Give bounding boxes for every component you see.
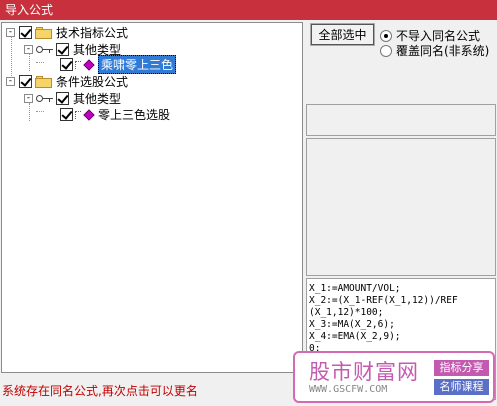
formula-gem-icon: [83, 108, 95, 121]
watermark-brand: 股市财富网: [309, 360, 419, 384]
select-all-button[interactable]: 全部选中: [310, 23, 375, 46]
tree-node-stock-selection[interactable]: - 条件选股公式: [6, 73, 128, 90]
info-panel-middle: [306, 138, 496, 276]
collapse-toggle[interactable]: -: [6, 28, 15, 37]
node-checkbox[interactable]: [19, 26, 32, 39]
radio-dot-icon[interactable]: [380, 29, 392, 42]
tree-node-label: 零上三色选股: [98, 108, 171, 122]
node-checkbox[interactable]: [60, 58, 73, 71]
folder-icon: [35, 75, 52, 88]
watermark-logo: 股市财富网 WWW.GSCFW.COM 指标分享 名师课程: [293, 351, 495, 403]
watermark-tag-share: 指标分享: [434, 360, 489, 376]
formula-tree[interactable]: - 技术指标公式 - 其他类型 乘啸零上三色 - 条件选股公式 - 其他类型 零…: [1, 22, 303, 373]
node-checkbox[interactable]: [60, 108, 73, 121]
node-checkbox[interactable]: [56, 43, 69, 56]
radio-dot-icon[interactable]: [380, 44, 392, 57]
connector-icon: [75, 110, 81, 119]
tree-node-formula-1[interactable]: 乘啸零上三色: [60, 55, 177, 74]
code-line: X_2:=(X_1-REF(X_1,12))/REF: [309, 295, 458, 306]
collapse-toggle[interactable]: -: [24, 94, 33, 103]
watermark-tag-course: 名师课程: [434, 379, 489, 395]
folder-icon: [35, 26, 52, 39]
tree-node-label: 技术指标公式: [56, 26, 129, 40]
status-message: 系统存在同名公式,再次点击可以更名: [2, 384, 198, 398]
tree-node-label: 其他类型: [73, 92, 122, 106]
code-line: (X_1,12)*100;: [309, 307, 384, 318]
code-line: X_3:=MA(X_2,6);: [309, 319, 395, 330]
radio-overwrite-duplicates[interactable]: 覆盖同名(非系统): [380, 42, 489, 59]
tree-node-other-type-2[interactable]: - 其他类型: [24, 90, 121, 107]
tree-node-technical[interactable]: - 技术指标公式: [6, 24, 128, 41]
info-panel-top: [306, 104, 496, 136]
key-icon: [36, 45, 54, 55]
radio-label: 覆盖同名(非系统): [396, 44, 490, 58]
tree-node-label: 条件选股公式: [56, 75, 129, 89]
formula-gem-icon: [83, 58, 95, 71]
tree-node-formula-2[interactable]: 零上三色选股: [60, 106, 170, 123]
node-checkbox[interactable]: [56, 92, 69, 105]
code-line: X_4:=EMA(X_2,9);: [309, 331, 401, 342]
watermark-url: WWW.GSCFW.COM: [309, 384, 388, 395]
code-line: X_1:=AMOUNT/VOL;: [309, 283, 401, 294]
connector-icon: [75, 60, 81, 69]
key-icon: [36, 94, 54, 104]
collapse-toggle[interactable]: -: [24, 45, 33, 54]
collapse-toggle[interactable]: -: [6, 77, 15, 86]
node-checkbox[interactable]: [19, 75, 32, 88]
tree-node-label: 乘啸零上三色: [98, 55, 177, 74]
window-title: 导入公式: [0, 0, 497, 20]
